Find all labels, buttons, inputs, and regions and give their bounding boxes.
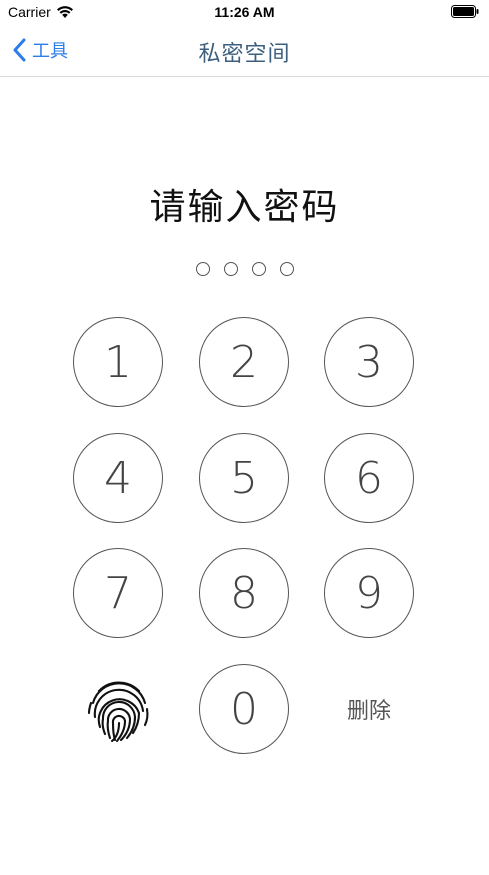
key-3[interactable]: 3: [324, 317, 414, 407]
passcode-prompt: 请输入密码: [149, 187, 340, 228]
page-title: 私密空间: [198, 42, 291, 67]
key-6[interactable]: 6: [324, 433, 414, 523]
passcode-dot: [195, 262, 210, 276]
battery-icon: [451, 5, 479, 18]
status-time: 11:26 AM: [214, 4, 275, 20]
keypad: 1 2 3 4 5 6 7 8 9 0 删除: [0, 0, 489, 875]
key-7[interactable]: 7: [73, 548, 163, 638]
passcode-dot: [251, 262, 266, 276]
key-0[interactable]: 0: [199, 664, 289, 754]
key-2[interactable]: 2: [199, 317, 289, 407]
key-8[interactable]: 8: [199, 548, 289, 638]
delete-button[interactable]: 删除: [324, 664, 414, 754]
nav-bar: 工具 私密空间: [0, 26, 489, 77]
passcode-dot: [279, 262, 294, 276]
key-4[interactable]: 4: [73, 433, 163, 523]
status-bar: Carrier 11:26 AM: [0, 0, 489, 26]
passcode-dot: [223, 262, 238, 276]
key-9[interactable]: 9: [324, 548, 414, 638]
key-1[interactable]: 1: [73, 317, 163, 407]
key-5[interactable]: 5: [199, 433, 289, 523]
fingerprint-icon[interactable]: [85, 677, 153, 745]
passcode-dots: [0, 262, 489, 276]
